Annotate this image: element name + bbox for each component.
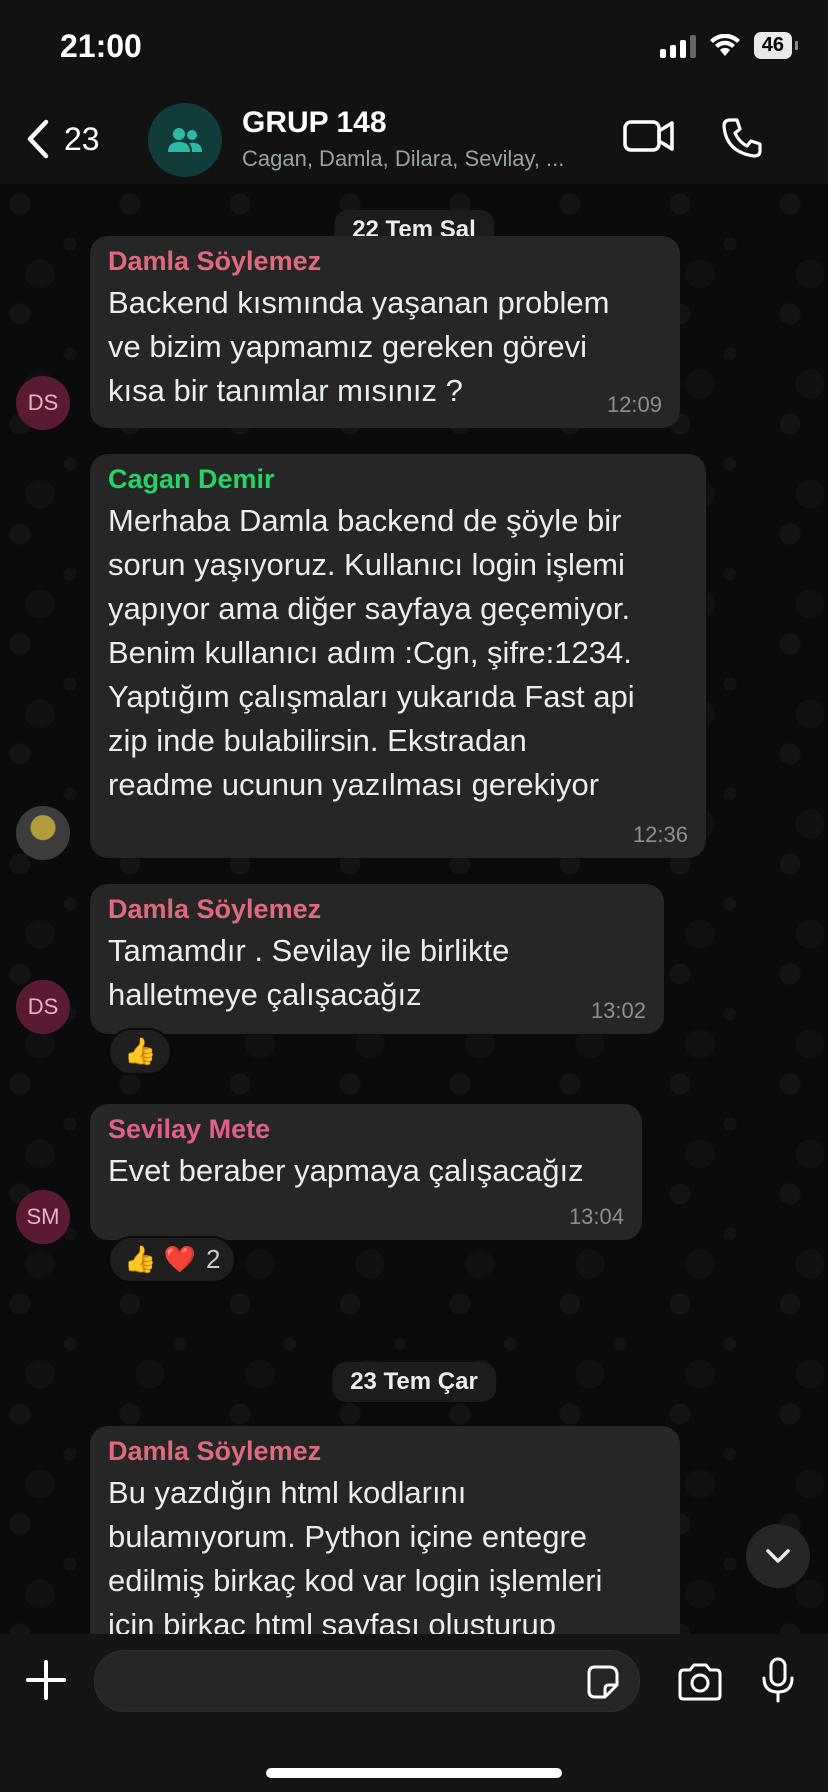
message-text: Merhaba Damla backend de şöyle bir sorun…: [108, 503, 635, 802]
message-time: 13:02: [590, 998, 646, 1023]
unread-count: 23: [64, 120, 100, 157]
avatar[interactable]: SM: [16, 1190, 70, 1244]
voice-call-button[interactable]: [720, 116, 764, 165]
battery-indicator: 46: [753, 32, 799, 59]
camera-button[interactable]: [676, 1662, 724, 1707]
camera-icon: [678, 1663, 722, 1701]
chat-title[interactable]: GRUP 148: [242, 106, 387, 140]
status-time: 21:00: [60, 28, 142, 64]
message-bubble[interactable]: Damla Söylemez Backend kısmında yaşanan …: [90, 236, 680, 428]
group-avatar[interactable]: [148, 103, 222, 177]
message-time: 13:04: [568, 1204, 624, 1229]
message-bubble[interactable]: Sevilay Mete Evet beraber yapmaya çalışa…: [90, 1104, 642, 1240]
chevron-left-icon: [27, 119, 49, 159]
reaction-badge[interactable]: 👍: [108, 1028, 173, 1075]
message-sender: Sevilay Mete: [108, 1114, 271, 1144]
message-input[interactable]: [95, 1651, 569, 1713]
message-sender: Damla Söylemez: [108, 894, 322, 924]
chat-participants[interactable]: Cagan, Damla, Dilara, Sevilay, ...: [242, 146, 612, 172]
chat-header: 23 GRUP 148 Cagan, Damla, Dilara, Sevila…: [0, 100, 828, 184]
date-separator: 23 Tem Çar: [332, 1362, 496, 1402]
message-time: 12:36: [632, 822, 688, 847]
message-input-wrapper: [94, 1650, 640, 1713]
microphone-icon: [762, 1657, 794, 1703]
avatar[interactable]: [16, 806, 70, 860]
message-bubble[interactable]: Cagan Demir Merhaba Damla backend de şöy…: [90, 454, 706, 858]
message-text: Tamamdır . Sevilay ile birlikte halletme…: [108, 933, 510, 1012]
status-bar: 21:00 46: [0, 0, 828, 100]
avatar[interactable]: DS: [16, 980, 70, 1034]
reaction-emoji: 👍 ❤️: [124, 1244, 196, 1274]
scroll-to-bottom-button[interactable]: [746, 1524, 810, 1588]
chevron-down-icon: [766, 1549, 790, 1563]
video-call-button[interactable]: [622, 116, 676, 161]
avatar[interactable]: DS: [16, 376, 70, 430]
message-text: Backend kısmında yaşanan problem ve bizi…: [108, 285, 610, 408]
group-icon: [168, 128, 202, 152]
message-text: Bu yazdığın html kodlarını bulamıyorum. …: [108, 1475, 603, 1642]
voice-message-button[interactable]: [760, 1656, 796, 1709]
message-sender: Damla Söylemez: [108, 246, 322, 276]
reaction-badge[interactable]: 👍 ❤️ 2: [108, 1236, 237, 1283]
attach-button[interactable]: [22, 1656, 70, 1709]
home-indicator[interactable]: [266, 1768, 562, 1778]
sticker-icon: [587, 1665, 619, 1699]
reaction-emoji: 👍: [124, 1036, 157, 1066]
message-sender: Cagan Demir: [108, 464, 275, 494]
video-call-icon: [623, 120, 674, 152]
cellular-signal-icon: [659, 34, 696, 58]
plus-icon: [26, 1660, 66, 1700]
message-time: 12:09: [606, 392, 662, 417]
message-bubble[interactable]: Damla Söylemez Tamamdır . Sevilay ile bi…: [90, 884, 664, 1034]
message-sender: Damla Söylemez: [108, 1436, 322, 1466]
reaction-count: 2: [205, 1244, 221, 1274]
message-bubble[interactable]: Damla Söylemez Bu yazdığın html kodların…: [90, 1426, 680, 1656]
phone-icon: [722, 118, 762, 158]
message-text: Evet beraber yapmaya çalışacağız: [108, 1153, 584, 1188]
sticker-button[interactable]: [583, 1663, 621, 1706]
wifi-icon: [709, 33, 740, 56]
back-button[interactable]: 23: [22, 118, 100, 160]
